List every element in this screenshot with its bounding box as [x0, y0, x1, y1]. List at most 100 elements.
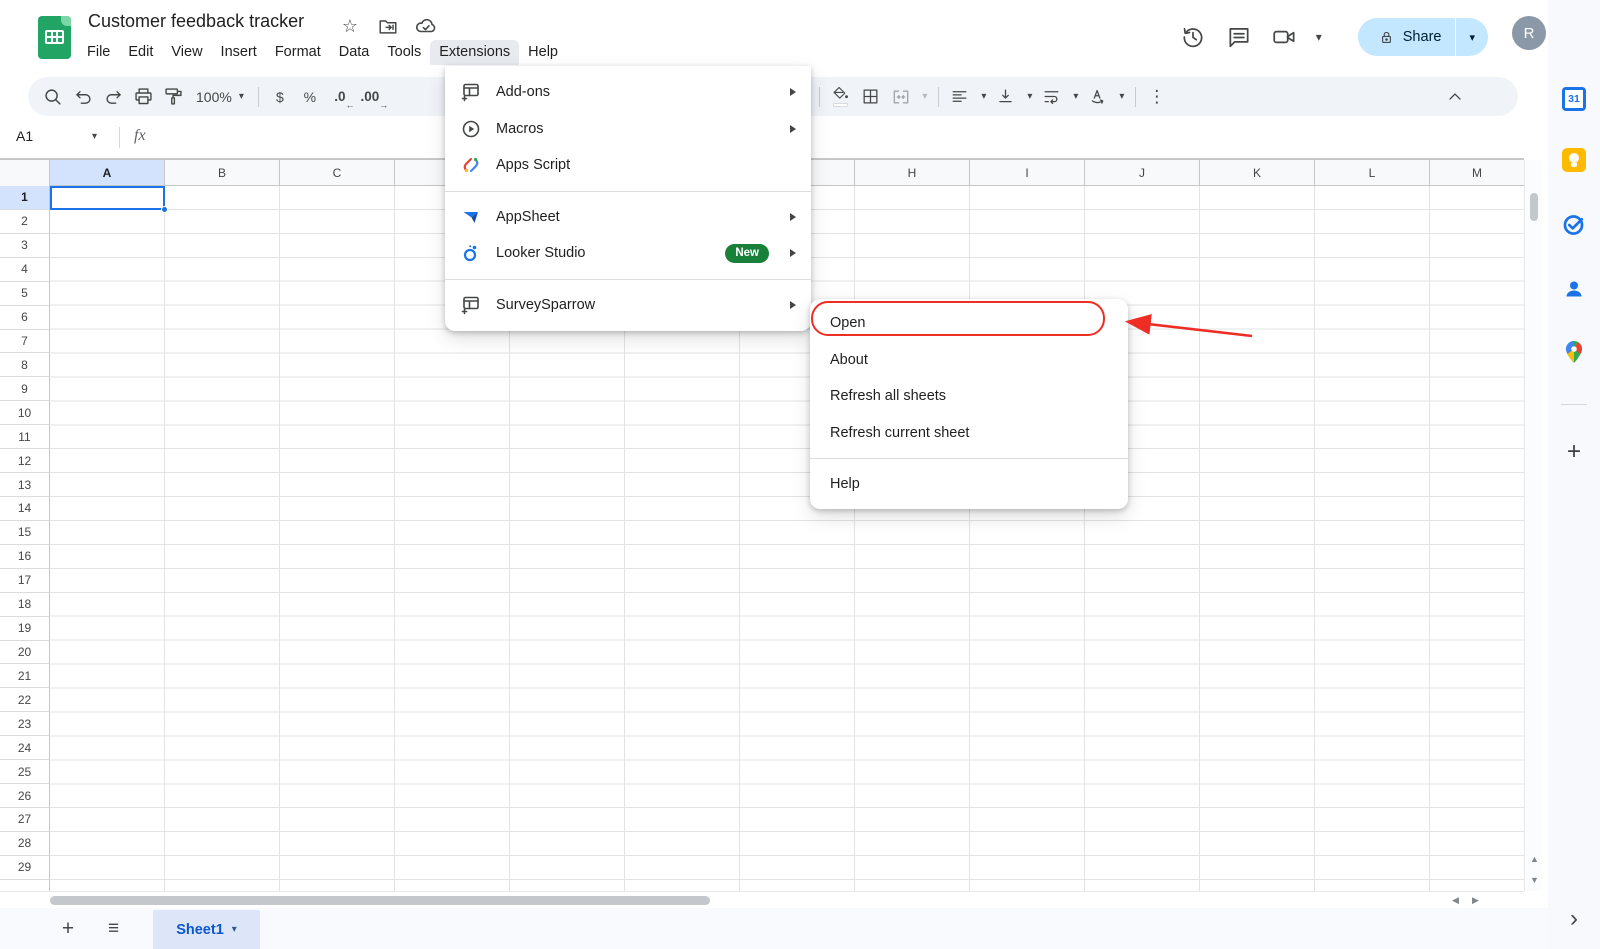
star-icon[interactable]: ☆ [338, 14, 362, 38]
search-icon[interactable] [38, 82, 68, 112]
horizontal-align-caret-icon[interactable]: ▾ [975, 82, 991, 112]
scroll-down-icon[interactable]: ▼ [1530, 875, 1539, 885]
row-header-28[interactable]: 28 [0, 832, 50, 856]
google-sheets-logo-icon[interactable] [38, 16, 71, 59]
vertical-scrollbar-thumb[interactable] [1530, 193, 1538, 221]
text-wrap-icon[interactable] [1037, 82, 1067, 112]
row-header-14[interactable]: 14 [0, 497, 50, 521]
document-title[interactable]: Customer feedback tracker [88, 11, 304, 32]
formula-input[interactable] [160, 116, 1524, 158]
row-header-18[interactable]: 18 [0, 593, 50, 617]
menubar-item-insert[interactable]: Insert [212, 40, 266, 65]
calendar-icon[interactable]: 31 [1562, 87, 1586, 111]
column-header-a[interactable]: A [50, 160, 165, 185]
row-header-29[interactable]: 29 [0, 856, 50, 880]
column-header-j[interactable]: J [1085, 160, 1200, 185]
row-header-13[interactable]: 13 [0, 473, 50, 497]
column-header-l[interactable]: L [1315, 160, 1430, 185]
menubar-item-extensions[interactable]: Extensions [430, 40, 519, 65]
document-status-cloud-icon[interactable] [414, 14, 438, 38]
submenu-item-refresh-current-sheet[interactable]: Refresh current sheet [810, 415, 1128, 452]
merge-caret-icon[interactable]: ▾ [916, 82, 932, 112]
share-dropdown-caret[interactable]: ▾ [1456, 31, 1488, 44]
increase-decimal-icon[interactable]: .00→ [355, 82, 385, 112]
vertical-align-icon[interactable] [991, 82, 1021, 112]
row-header-25[interactable]: 25 [0, 760, 50, 784]
extensions-menu-item-add-ons[interactable]: Add-ons [445, 74, 811, 111]
submenu-item-help[interactable]: Help [810, 466, 1128, 503]
meet-caret-icon[interactable]: ▾ [1304, 22, 1334, 52]
get-add-ons-icon[interactable]: + [1548, 438, 1600, 466]
row-header-17[interactable]: 17 [0, 569, 50, 593]
sheet-tab-sheet1[interactable]: Sheet1 ▾ [153, 910, 260, 949]
menubar-item-data[interactable]: Data [330, 40, 379, 65]
name-box[interactable]: A1 [16, 128, 33, 144]
decrease-decimal-icon[interactable]: .0← [325, 82, 355, 112]
select-all-corner[interactable] [0, 160, 50, 186]
row-header-7[interactable]: 7 [0, 330, 50, 354]
row-header-27[interactable]: 27 [0, 808, 50, 832]
sheet-tab-caret-icon[interactable]: ▾ [232, 924, 237, 935]
column-header-m[interactable]: M [1430, 160, 1524, 185]
row-header-8[interactable]: 8 [0, 353, 50, 377]
column-header-b[interactable]: B [165, 160, 280, 185]
row-header-22[interactable]: 22 [0, 688, 50, 712]
horizontal-align-icon[interactable] [945, 82, 975, 112]
submenu-item-about[interactable]: About [810, 342, 1128, 379]
row-header-24[interactable]: 24 [0, 736, 50, 760]
vertical-align-caret-icon[interactable]: ▾ [1021, 82, 1037, 112]
row-header-19[interactable]: 19 [0, 617, 50, 641]
hide-toolbar-icon[interactable] [1440, 82, 1470, 112]
menubar-item-tools[interactable]: Tools [378, 40, 430, 65]
fill-handle[interactable] [161, 206, 168, 213]
row-header-23[interactable]: 23 [0, 712, 50, 736]
extensions-menu-item-surveysparrow[interactable]: SurveySparrow [445, 287, 811, 324]
menubar-item-edit[interactable]: Edit [119, 40, 162, 65]
expand-side-panel-icon[interactable]: › [1548, 905, 1600, 933]
horizontal-scrollbar[interactable]: ◀ ▶ [0, 891, 1524, 908]
row-header-10[interactable]: 10 [0, 401, 50, 425]
row-header-3[interactable]: 3 [0, 234, 50, 258]
row-header-5[interactable]: 5 [0, 282, 50, 306]
menubar-item-help[interactable]: Help [519, 40, 567, 65]
submenu-item-refresh-all-sheets[interactable]: Refresh all sheets [810, 378, 1128, 415]
column-header-c[interactable]: C [280, 160, 395, 185]
text-rotation-caret-icon[interactable]: ▾ [1113, 82, 1129, 112]
version-history-icon[interactable] [1178, 22, 1208, 52]
meet-video-icon[interactable] [1270, 22, 1300, 52]
column-header-h[interactable]: H [855, 160, 970, 185]
tasks-icon[interactable] [1562, 212, 1587, 242]
zoom-control[interactable]: 100% ▾ [188, 82, 252, 112]
menubar-item-format[interactable]: Format [266, 40, 330, 65]
submenu-item-open[interactable]: Open [810, 305, 1128, 342]
row-header-12[interactable]: 12 [0, 449, 50, 473]
text-wrap-caret-icon[interactable]: ▾ [1067, 82, 1083, 112]
format-percent-icon[interactable]: % [295, 82, 325, 112]
merge-cells-icon[interactable] [886, 82, 916, 112]
fill-color-icon[interactable] [826, 82, 856, 112]
row-header-9[interactable]: 9 [0, 377, 50, 401]
share-button[interactable]: Share ▾ [1358, 18, 1488, 56]
row-header-16[interactable]: 16 [0, 545, 50, 569]
avatar[interactable]: R [1512, 16, 1546, 50]
add-sheet-icon[interactable]: + [54, 915, 82, 943]
borders-icon[interactable] [856, 82, 886, 112]
row-header-1[interactable]: 1 [0, 186, 50, 210]
column-header-k[interactable]: K [1200, 160, 1315, 185]
extensions-menu-item-looker-studio[interactable]: Looker StudioNew [445, 235, 811, 272]
format-currency-icon[interactable]: $ [265, 82, 295, 112]
row-header-21[interactable]: 21 [0, 664, 50, 688]
all-sheets-icon[interactable]: ≡ [99, 915, 127, 943]
row-header-2[interactable]: 2 [0, 210, 50, 234]
more-options-icon[interactable]: ⋮ [1142, 82, 1172, 112]
extensions-menu-item-apps-script[interactable]: Apps Script [445, 147, 811, 184]
scroll-left-icon[interactable]: ◀ [1452, 895, 1459, 906]
print-icon[interactable] [128, 82, 158, 112]
comments-icon[interactable] [1224, 22, 1254, 52]
horizontal-scrollbar-thumb[interactable] [50, 896, 710, 905]
name-box-caret-icon[interactable]: ▾ [92, 131, 97, 142]
row-header-11[interactable]: 11 [0, 425, 50, 449]
redo-icon[interactable] [98, 82, 128, 112]
maps-icon[interactable] [1563, 340, 1585, 369]
row-header-26[interactable]: 26 [0, 784, 50, 808]
